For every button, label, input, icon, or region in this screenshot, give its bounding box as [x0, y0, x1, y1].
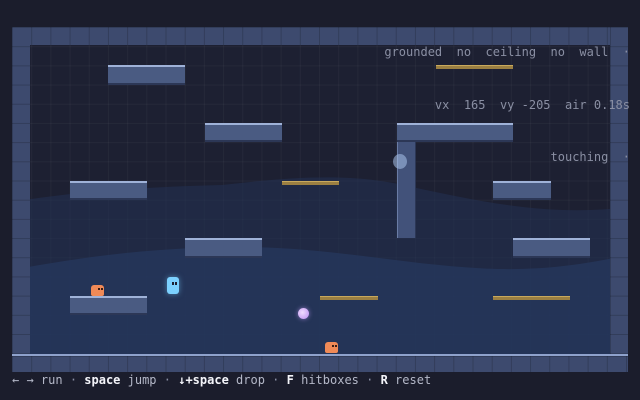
drop-key: ↓+space — [178, 373, 229, 387]
one-way-platform — [282, 181, 339, 185]
controls-help: ← → run · space jump · ↓+space drop · F … — [12, 373, 431, 387]
enemy-eye — [332, 345, 334, 347]
solid-platform — [108, 65, 185, 85]
solid-platform — [70, 181, 147, 200]
run-label: run — [33, 373, 70, 387]
player-eye — [175, 282, 177, 285]
jump-label: jump — [120, 373, 164, 387]
separator: · — [366, 373, 374, 387]
hitbox-key: F — [286, 373, 294, 387]
separator: · — [272, 373, 280, 387]
reset-key: R — [380, 373, 388, 387]
separator: · — [163, 373, 171, 387]
one-way-platform — [493, 296, 570, 300]
hitbox-label: hitboxes — [293, 373, 367, 387]
hud-line-velocity: vx 165 vy -205 air 0.18s — [434, 97, 630, 112]
player-eye — [172, 282, 174, 285]
left-wall — [12, 27, 30, 372]
separator: · — [69, 373, 78, 387]
solid-platform — [185, 238, 262, 258]
player-character-icon[interactable] — [167, 277, 179, 294]
solid-platform — [70, 296, 147, 315]
enemy-eye — [101, 288, 103, 290]
hud-line-touching: touching · — [550, 150, 630, 164]
slime-enemy-icon — [91, 285, 104, 296]
solid-platform — [513, 238, 590, 258]
enemy-eye — [98, 288, 100, 290]
hud-line-grounded: grounded no ceiling no wall · — [384, 45, 630, 59]
jump-key: space — [84, 373, 121, 387]
run-keys: ← → — [12, 373, 34, 387]
reset-label: reset — [387, 373, 432, 387]
floor — [12, 354, 628, 372]
slime-enemy-icon — [325, 342, 338, 353]
drop-label: drop — [228, 373, 273, 387]
enemy-eye — [335, 345, 337, 347]
gem-icon[interactable] — [298, 308, 309, 319]
debug-hud: grounded no ceiling no wall · vx 165 vy … — [384, 9, 630, 184]
solid-platform — [205, 123, 282, 142]
one-way-platform — [320, 296, 378, 300]
